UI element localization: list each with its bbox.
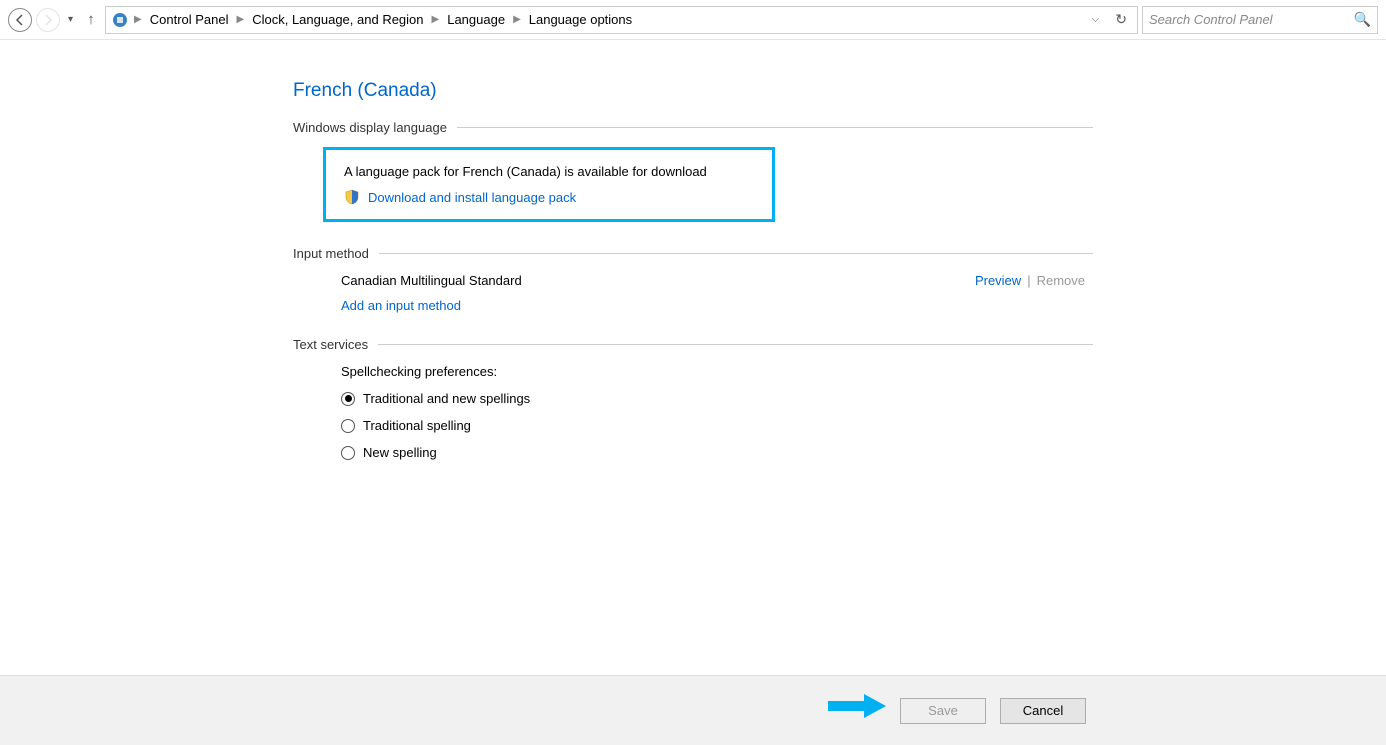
chevron-right-icon: ▶ xyxy=(132,14,144,25)
search-input[interactable] xyxy=(1149,12,1354,27)
section-label-display-language: Windows display language xyxy=(293,120,447,135)
arrow-callout-icon xyxy=(828,692,886,723)
radio-icon xyxy=(341,446,355,460)
radio-icon xyxy=(341,419,355,433)
breadcrumb-language-options[interactable]: Language options xyxy=(525,7,636,33)
radio-traditional-and-new[interactable]: Traditional and new spellings xyxy=(293,391,1093,406)
footer-bar: Save Cancel xyxy=(0,675,1386,745)
cancel-button[interactable]: Cancel xyxy=(1000,698,1086,724)
radio-label: Traditional and new spellings xyxy=(363,391,530,406)
page-title: French (Canada) xyxy=(293,80,1093,102)
breadcrumb-control-panel[interactable]: Control Panel xyxy=(146,7,233,33)
refresh-button[interactable]: ↻ xyxy=(1109,11,1133,28)
chevron-right-icon: ▶ xyxy=(235,14,247,25)
section-display-language: Windows display language A language pack… xyxy=(293,120,1093,222)
search-box[interactable]: 🔍 xyxy=(1142,6,1378,34)
section-label-text-services: Text services xyxy=(293,337,368,352)
panel: French (Canada) Windows display language… xyxy=(293,80,1093,484)
radio-label: Traditional spelling xyxy=(363,418,471,433)
radio-icon xyxy=(341,392,355,406)
radio-new[interactable]: New spelling xyxy=(293,445,1093,460)
address-dropdown[interactable]: ⌵ xyxy=(1088,14,1104,25)
shield-icon xyxy=(344,189,360,205)
search-icon: 🔍 xyxy=(1354,11,1371,28)
radio-traditional[interactable]: Traditional spelling xyxy=(293,418,1093,433)
chevron-right-icon: ▶ xyxy=(511,14,523,25)
save-button[interactable]: Save xyxy=(900,698,986,724)
add-input-method-link[interactable]: Add an input method xyxy=(341,298,461,313)
forward-button[interactable] xyxy=(36,8,60,32)
toolbar: ▾ ↑ ▶ Control Panel ▶ Clock, Language, a… xyxy=(0,0,1386,40)
address-bar[interactable]: ▶ Control Panel ▶ Clock, Language, and R… xyxy=(105,6,1138,34)
breadcrumb-language[interactable]: Language xyxy=(443,7,509,33)
separator: | xyxy=(1027,273,1030,288)
section-divider xyxy=(457,127,1093,128)
breadcrumb-clock-language-region[interactable]: Clock, Language, and Region xyxy=(248,7,427,33)
remove-link: Remove xyxy=(1037,273,1085,288)
language-pack-highlight: A language pack for French (Canada) is a… xyxy=(323,147,775,222)
section-divider xyxy=(379,253,1093,254)
section-input-method: Input method Canadian Multilingual Stand… xyxy=(293,246,1093,313)
up-button[interactable]: ↑ xyxy=(81,11,101,28)
section-label-input-method: Input method xyxy=(293,246,369,261)
section-divider xyxy=(378,344,1093,345)
section-text-services: Text services Spellchecking preferences:… xyxy=(293,337,1093,460)
input-method-name: Canadian Multilingual Standard xyxy=(341,273,975,288)
chevron-right-icon: ▶ xyxy=(430,14,442,25)
control-panel-icon xyxy=(110,10,130,30)
spellchecking-label: Spellchecking preferences: xyxy=(293,364,1093,379)
content: French (Canada) Windows display language… xyxy=(0,40,1386,484)
back-button[interactable] xyxy=(8,8,32,32)
recent-locations-dropdown[interactable]: ▾ xyxy=(64,14,77,25)
language-pack-message: A language pack for French (Canada) is a… xyxy=(344,164,754,179)
radio-label: New spelling xyxy=(363,445,437,460)
download-language-pack-link[interactable]: Download and install language pack xyxy=(368,190,576,205)
preview-link[interactable]: Preview xyxy=(975,273,1021,288)
